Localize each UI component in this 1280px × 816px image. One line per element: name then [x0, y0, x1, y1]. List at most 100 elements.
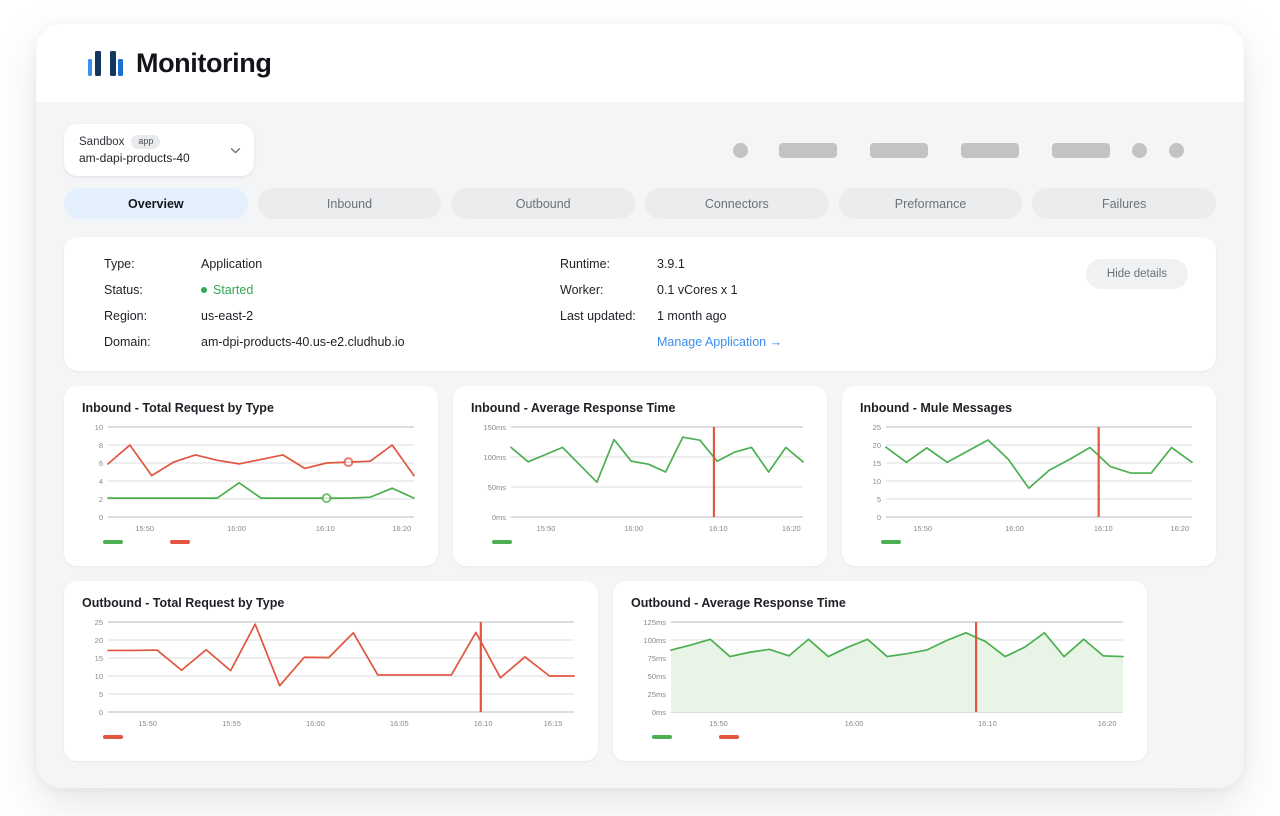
detail-row-last-updated: Last updated: 1 month ago	[560, 309, 960, 323]
svg-text:16:10: 16:10	[978, 719, 997, 728]
svg-text:16:15: 16:15	[544, 719, 563, 728]
placeholder-pill	[870, 142, 928, 158]
hide-details-button[interactable]: Hide details	[1085, 259, 1188, 289]
chart-title: Inbound - Average Response Time	[471, 401, 676, 415]
svg-text:0: 0	[877, 513, 881, 522]
svg-text:16:00: 16:00	[624, 524, 643, 533]
manage-application-link[interactable]: Manage Application →	[657, 335, 782, 349]
legend-swatch-green	[103, 540, 123, 544]
chart-legend	[82, 735, 580, 739]
svg-text:6: 6	[99, 459, 103, 468]
svg-text:125ms: 125ms	[643, 618, 666, 627]
svg-text:10: 10	[95, 672, 103, 681]
environment-label: Sandbox	[79, 136, 125, 148]
detail-key: Domain:	[104, 335, 151, 349]
svg-text:15:50: 15:50	[135, 524, 154, 533]
chart-card-inbound-total-request: Inbound - Total Request by Type 0 2 4 6 8 10 1…	[64, 386, 438, 566]
svg-text:0ms: 0ms	[652, 708, 666, 717]
chart-title: Outbound - Average Response Time	[631, 596, 846, 610]
detail-row-domain: Domain: am-dpi-products-40.us-e2.cludhub…	[104, 335, 560, 349]
toolbar-row: Sandbox app am-dapi-products-40	[64, 124, 1216, 176]
chart-card-inbound-mule-messages: Inbound - Mule Messages 0 5 10 15 20 25 15:50 1…	[842, 386, 1216, 566]
svg-text:10: 10	[873, 477, 881, 486]
detail-row-worker: Worker: 0.1 vCores x 1	[560, 283, 960, 297]
svg-text:15:55: 15:55	[222, 719, 241, 728]
chevron-down-icon[interactable]	[229, 144, 242, 157]
tab-overview[interactable]: Overview	[64, 188, 248, 219]
detail-key: Worker:	[560, 283, 604, 297]
app-header: Monitoring	[36, 24, 1244, 102]
detail-key: Type:	[104, 257, 135, 271]
svg-text:16:20: 16:20	[1098, 719, 1117, 728]
svg-text:4: 4	[99, 477, 103, 486]
placeholder-pill	[961, 142, 1019, 158]
tab-inbound[interactable]: Inbound	[257, 188, 442, 219]
placeholder-dot	[733, 142, 748, 158]
placeholder-pill	[1052, 142, 1110, 158]
svg-text:100ms: 100ms	[483, 453, 506, 462]
svg-text:20: 20	[95, 636, 103, 645]
detail-key: Runtime:	[560, 257, 611, 271]
svg-text:100ms: 100ms	[643, 636, 666, 645]
legend-swatch-green	[652, 735, 672, 739]
tab-failures[interactable]: Failures	[1032, 188, 1217, 219]
chart-title: Inbound - Total Request by Type	[82, 401, 274, 415]
svg-text:16:10: 16:10	[474, 719, 493, 728]
svg-text:16:00: 16:00	[306, 719, 325, 728]
app-window: Monitoring Sandbox app am-dapi-products-…	[36, 24, 1244, 788]
placeholder-dot	[1132, 142, 1147, 158]
chart-legend	[471, 540, 809, 544]
svg-text:15:50: 15:50	[913, 524, 932, 533]
svg-text:16:20: 16:20	[782, 524, 801, 533]
detail-key: Region:	[104, 309, 148, 323]
charts-row-outbound: Outbound - Total Request by Type 0 5 10 15 2…	[64, 581, 1216, 761]
detail-value: us-east-2	[201, 309, 254, 323]
svg-text:50ms: 50ms	[488, 483, 507, 492]
svg-text:0: 0	[99, 513, 103, 522]
status-text: Started	[213, 283, 254, 297]
chart-outbound-total-request-by-type: 0 5 10 15 20 25 15:50 15:55 16:00 16:05 16:10 16:15	[82, 616, 580, 734]
environment-selector[interactable]: Sandbox app am-dapi-products-40	[64, 124, 254, 176]
application-details-card: Type: Application Status: Started Region…	[64, 237, 1216, 371]
svg-text:15:50: 15:50	[138, 719, 157, 728]
svg-text:16:00: 16:00	[1005, 524, 1024, 533]
chart-card-inbound-avg-response: Inbound - Average Response Time 0ms 50ms 1…	[453, 386, 827, 566]
svg-text:75ms: 75ms	[648, 654, 667, 663]
legend-swatch-green	[492, 540, 512, 544]
chart-title: Outbound - Total Request by Type	[82, 596, 285, 610]
application-name: am-dapi-products-40	[79, 150, 190, 165]
svg-text:10: 10	[95, 423, 103, 432]
svg-text:25: 25	[873, 423, 881, 432]
detail-value: 0.1 vCores x 1	[657, 283, 738, 297]
placeholder-pill	[779, 142, 837, 158]
details-left-column: Type: Application Status: Started Region…	[90, 257, 560, 349]
svg-text:15:50: 15:50	[709, 719, 728, 728]
chart-card-outbound-avg-response: Outbound - Average Response Time 0ms 25ms…	[613, 581, 1147, 761]
legend-swatch-red	[103, 735, 123, 739]
tab-connectors[interactable]: Connectors	[645, 188, 829, 219]
svg-text:150ms: 150ms	[483, 423, 506, 432]
chart-title: Inbound - Mule Messages	[860, 401, 1013, 415]
svg-text:50ms: 50ms	[648, 672, 667, 681]
svg-text:16:10: 16:10	[316, 524, 335, 533]
detail-value: Application	[201, 257, 263, 271]
svg-text:15: 15	[873, 459, 881, 468]
svg-text:0ms: 0ms	[492, 513, 506, 522]
chart-inbound-total-request-by-type: 0 2 4 6 8 10 15:50 16:00 16:10 16:20	[82, 421, 420, 539]
svg-text:0: 0	[99, 708, 103, 717]
chart-card-outbound-total-request: Outbound - Total Request by Type 0 5 10 15 2…	[64, 581, 598, 761]
svg-text:16:10: 16:10	[709, 524, 728, 533]
detail-value: 1 month ago	[657, 309, 727, 323]
tab-performance[interactable]: Preformance	[838, 188, 1023, 219]
detail-row-runtime: Runtime: 3.9.1	[560, 257, 960, 271]
chart-legend	[631, 735, 1129, 739]
svg-text:8: 8	[99, 441, 103, 450]
chart-outbound-average-response-time: 0ms 25ms 50ms 75ms 100ms 125ms 15:50 16:00 16:10…	[631, 616, 1129, 734]
legend-swatch-red	[170, 540, 190, 544]
tab-outbound[interactable]: Outbound	[451, 188, 636, 219]
app-body: Sandbox app am-dapi-products-40 Overview…	[36, 102, 1244, 788]
detail-key: Status:	[104, 283, 143, 297]
detail-row-type: Type: Application	[104, 257, 560, 271]
chart-legend	[860, 540, 1198, 544]
legend-swatch-red	[719, 735, 739, 739]
